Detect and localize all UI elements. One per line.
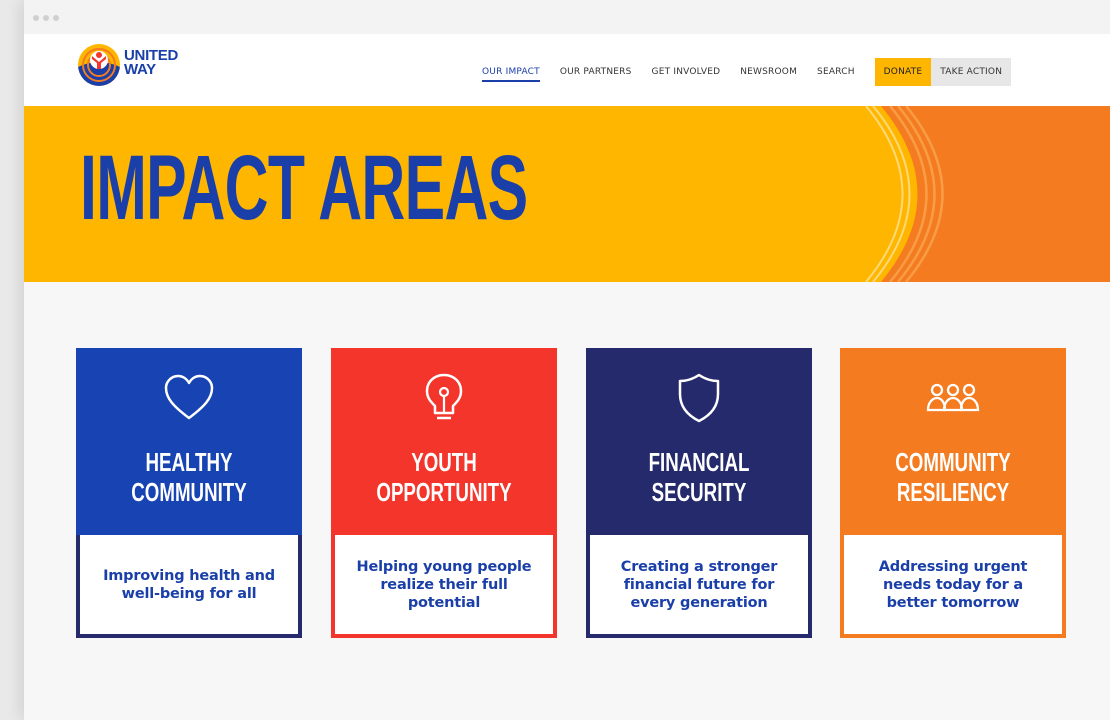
united-way-logo-icon: [78, 44, 120, 86]
lightbulb-icon: [425, 373, 463, 420]
site-header: UNITED WAY OUR IMPACT OUR PARTNERS GET I…: [24, 34, 1110, 106]
card-header: COMMUNITY RESILIENCY: [840, 348, 1066, 535]
nav-get-involved[interactable]: GET INVOLVED: [652, 61, 721, 83]
card-title: YOUTH OPPORTUNITY: [363, 447, 526, 507]
window-controls: [33, 15, 59, 21]
impact-card-financial-security[interactable]: FINANCIAL SECURITY Creating a stronger f…: [586, 348, 812, 638]
card-title-line-1: YOUTH: [411, 447, 477, 477]
logo-line-2: WAY: [124, 61, 156, 78]
card-title: HEALTHY COMMUNITY: [108, 447, 271, 507]
card-body: Helping young people realize their full …: [331, 535, 557, 638]
card-title-line-2: RESILIENCY: [896, 477, 1010, 507]
window-dot-icon[interactable]: [33, 15, 39, 21]
nav-our-impact[interactable]: OUR IMPACT: [482, 61, 540, 83]
shield-icon: [678, 373, 720, 423]
card-title-line-1: FINANCIAL: [648, 447, 750, 477]
browser-window: UNITED WAY OUR IMPACT OUR PARTNERS GET I…: [24, 0, 1110, 720]
card-title: FINANCIAL SECURITY: [618, 447, 781, 507]
impact-card-community-resiliency[interactable]: COMMUNITY RESILIENCY Addressing urgent n…: [840, 348, 1066, 638]
donate-button[interactable]: DONATE: [874, 58, 932, 86]
logo-wordmark: UNITED WAY: [124, 48, 178, 78]
people-icon: [926, 383, 980, 412]
main-navigation: OUR IMPACT OUR PARTNERS GET INVOLVED NEW…: [482, 58, 1012, 86]
impact-card-healthy-community[interactable]: HEALTHY COMMUNITY Improving health and w…: [76, 348, 302, 638]
card-body: Addressing urgent needs today for a bett…: [840, 535, 1066, 638]
card-title-line-2: SECURITY: [651, 477, 747, 507]
card-header: HEALTHY COMMUNITY: [76, 348, 302, 535]
card-description: Addressing urgent needs today for a bett…: [878, 558, 1028, 611]
window-dot-icon[interactable]: [43, 15, 49, 21]
browser-chrome: [24, 0, 1110, 34]
card-description: Helping young people realize their full …: [356, 558, 532, 611]
take-action-button[interactable]: TAKE ACTION: [931, 58, 1012, 86]
hero-banner: IMPACT AREAS: [24, 106, 1110, 282]
card-title-line-2: OPPORTUNITY: [376, 477, 512, 507]
impact-card-youth-opportunity[interactable]: YOUTH OPPORTUNITY Helping young people r…: [331, 348, 557, 638]
card-header: FINANCIAL SECURITY: [586, 348, 812, 535]
card-title: COMMUNITY RESILIENCY: [872, 447, 1035, 507]
nav-newsroom[interactable]: NEWSROOM: [740, 61, 797, 83]
page-title: IMPACT AREAS: [80, 137, 528, 239]
card-title-line-1: HEALTHY: [145, 447, 233, 477]
card-header: YOUTH OPPORTUNITY: [331, 348, 557, 535]
card-body: Improving health and well-being for all: [76, 535, 302, 638]
card-description: Creating a stronger financial future for…: [620, 558, 778, 611]
nav-our-partners[interactable]: OUR PARTNERS: [560, 61, 632, 83]
card-title-line-2: COMMUNITY: [131, 477, 247, 507]
card-body: Creating a stronger financial future for…: [586, 535, 812, 638]
united-way-logo[interactable]: UNITED WAY: [76, 42, 186, 90]
heart-icon: [164, 374, 214, 420]
nav-search[interactable]: SEARCH: [817, 61, 855, 83]
card-description: Improving health and well-being for all: [103, 567, 275, 602]
window-dot-icon[interactable]: [53, 15, 59, 21]
card-title-line-1: COMMUNITY: [895, 447, 1011, 477]
